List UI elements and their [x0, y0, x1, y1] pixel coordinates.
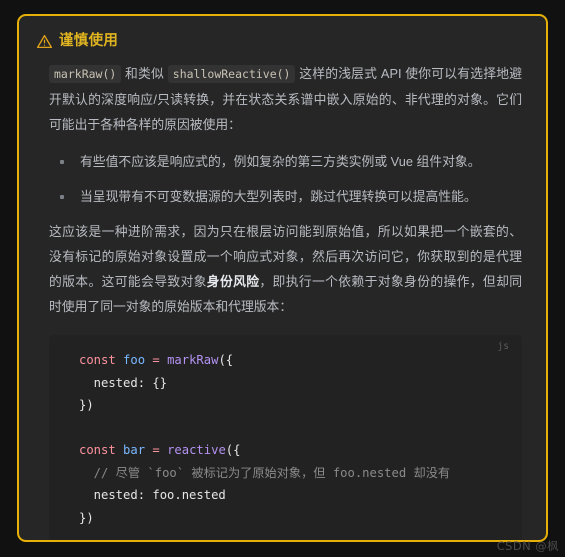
code-token: foo — [123, 353, 146, 367]
code-token: markRaw — [167, 353, 219, 367]
code-token: nested: {} — [79, 375, 168, 390]
code-token: ({ — [218, 353, 234, 367]
callout-body: markRaw() 和类似 shallowReactive() 这样的浅层式 A… — [37, 61, 528, 540]
explanation-emphasis: 身份风险 — [206, 274, 260, 289]
list-item: 当呈现带有不可变数据源的大型列表时，跳过代理转换可以提高性能。 — [53, 185, 522, 209]
code-token: // 尽管 `foo` 被标记为了原始对象，但 foo.nested 却没有 — [79, 465, 451, 480]
bullet-dot-icon — [60, 160, 64, 164]
intro-paragraph: markRaw() 和类似 shallowReactive() 这样的浅层式 A… — [49, 61, 522, 137]
code-token: const — [79, 443, 116, 457]
watermark: CSDN @枫 — [496, 539, 559, 553]
warning-triangle-icon — [37, 34, 52, 49]
inline-code-shallowreactive: shallowReactive() — [167, 65, 296, 83]
code-content: const foo = markRaw({ nested: {} }) cons… — [79, 349, 506, 540]
code-block[interactable]: js const foo = markRaw({ nested: {} }) c… — [49, 335, 522, 540]
code-token: const — [79, 353, 116, 367]
code-token: nested: foo.nested — [79, 488, 226, 502]
code-token: bar — [123, 443, 146, 457]
inline-code-markraw: markRaw() — [49, 65, 122, 83]
code-token: reactive — [167, 443, 226, 457]
code-token: ({ — [225, 443, 241, 457]
intro-text-1: 和类似 — [121, 66, 168, 81]
code-language-label: js — [497, 341, 509, 352]
callout-title-row: 谨慎使用 — [37, 34, 528, 49]
reason-list: 有些值不应该是响应式的，例如复杂的第三方类实例或 Vue 组件对象。 当呈现带有… — [49, 150, 522, 209]
callout-title-text: 谨慎使用 — [59, 33, 119, 50]
list-item: 有些值不应该是响应式的，例如复杂的第三方类实例或 Vue 组件对象。 — [53, 150, 522, 174]
bullet-dot-icon — [60, 195, 64, 199]
explanation-paragraph: 这应该是一种进阶需求，因为只在根层访问能到原始值，所以如果把一个嵌套的、没有标记… — [49, 219, 522, 319]
code-token: = — [152, 353, 160, 367]
page-root: 谨慎使用 markRaw() 和类似 shallowReactive() 这样的… — [0, 0, 565, 557]
code-token: }) — [79, 398, 94, 412]
code-token: }) — [79, 510, 94, 525]
warning-callout: 谨慎使用 markRaw() 和类似 shallowReactive() 这样的… — [17, 14, 548, 542]
list-item-label: 有些值不应该是响应式的，例如复杂的第三方类实例或 Vue 组件对象。 — [80, 154, 481, 169]
code-token: = — [152, 443, 160, 457]
list-item-label: 当呈现带有不可变数据源的大型列表时，跳过代理转换可以提高性能。 — [80, 189, 477, 204]
